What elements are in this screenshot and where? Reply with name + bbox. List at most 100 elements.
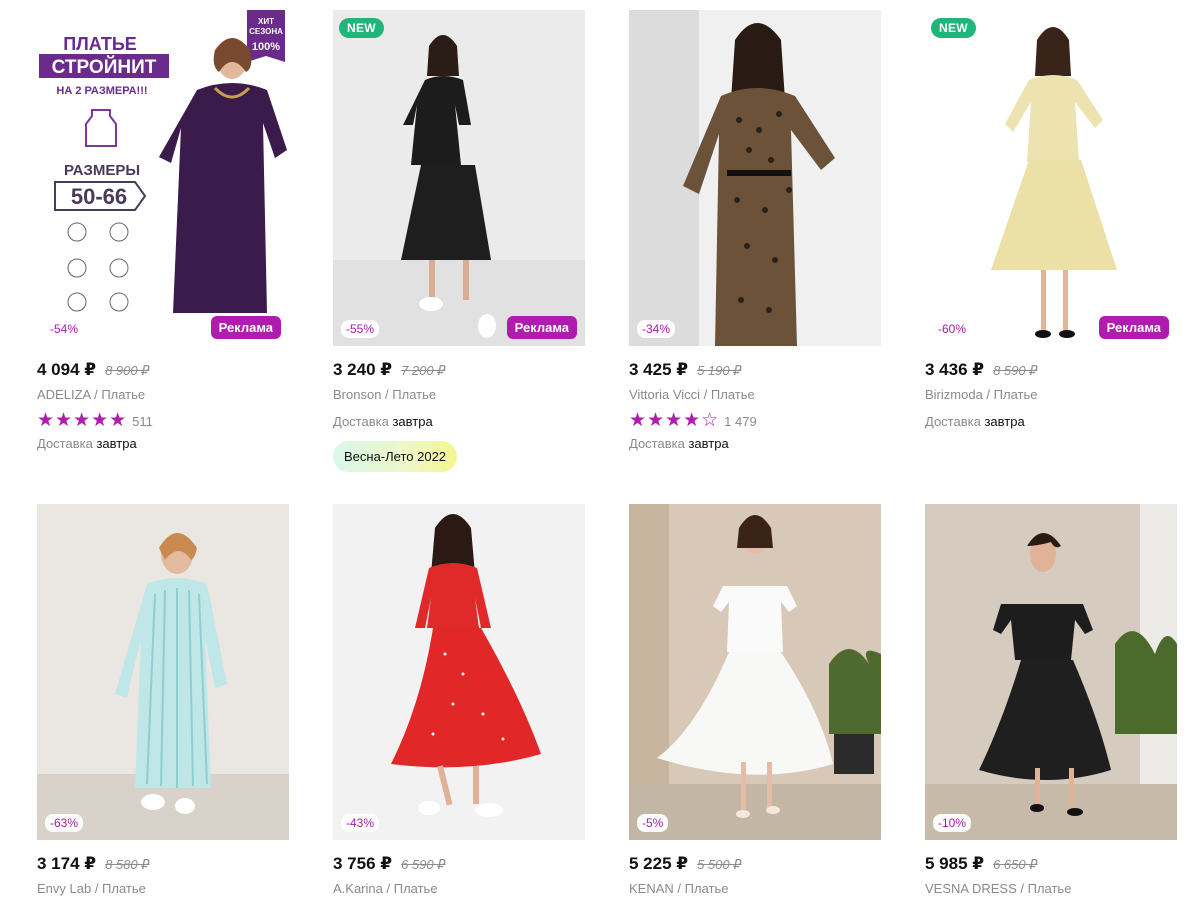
product-card[interactable]: -5% 5 225 ₽ 5 500 ₽ KENAN / Платье [629, 504, 881, 898]
price: 3 436 ₽ [925, 360, 985, 379]
product-category: Платье [101, 387, 146, 402]
promo-line3: НА 2 РАЗМЕРА!!! [56, 85, 147, 97]
delivery-label: Доставка [333, 414, 389, 429]
promo-line2: СТРОЙНИТ [52, 56, 157, 78]
delivery-when: завтра [688, 436, 729, 451]
product-photo-vesna-dress [925, 504, 1177, 840]
stars-icon: ★★★★★ [37, 410, 128, 431]
ad-badge[interactable]: Реклама [506, 316, 577, 339]
delivery-label: Доставка [37, 436, 93, 451]
product-category: Платье [393, 881, 438, 896]
promo-line1: ПЛАТЬЕ [63, 34, 137, 54]
hit-line1: ХИТ [258, 17, 274, 26]
product-image[interactable]: -10% [925, 504, 1177, 840]
new-badge: NEW [339, 18, 384, 38]
discount-badge: -54% [45, 320, 84, 338]
price: 3 174 ₽ [37, 854, 97, 873]
delivery-label: Доставка [629, 436, 685, 451]
product-card[interactable]: -10% 5 985 ₽ 6 650 ₽ VESNA DRESS / Плать… [925, 504, 1177, 898]
product-card[interactable]: ПЛАТЬЕ СТРОЙНИТ НА 2 РАЗМЕРА!!! РАЗМЕРЫ … [37, 10, 289, 453]
price-row: 3 174 ₽ 8 580 ₽ [37, 854, 289, 876]
product-photo-adeliza: ПЛАТЬЕ СТРОЙНИТ НА 2 РАЗМЕРА!!! РАЗМЕРЫ … [37, 10, 289, 346]
product-card[interactable]: NEW -60% Реклама 3 436 ₽ 8 590 ₽ Birizmo… [925, 10, 1177, 431]
product-card[interactable]: NEW -55% Реклама 3 240 ₽ 7 200 ₽ Bronson… [333, 10, 585, 472]
rating: ★★★★★ 511 [37, 411, 289, 431]
delivery-info: Доставка завтра [925, 414, 1177, 431]
product-image[interactable]: -34% [629, 10, 881, 346]
product-category: Платье [993, 387, 1038, 402]
product-photo-envy-lab [37, 504, 289, 840]
discount-badge: -63% [45, 814, 84, 832]
product-photo-birizmoda [925, 10, 1177, 346]
delivery-info: Доставка завтра [37, 436, 289, 453]
promo-sizes-label: РАЗМЕРЫ [64, 162, 140, 179]
price: 5 985 ₽ [925, 854, 985, 873]
product-category: Платье [684, 881, 729, 896]
old-price: 5 190 ₽ [697, 363, 742, 378]
delivery-when: завтра [392, 414, 433, 429]
price-row: 3 756 ₽ 6 590 ₽ [333, 854, 585, 876]
brand-line[interactable]: VESNA DRESS / Платье [925, 881, 1177, 898]
product-category: Платье [1027, 881, 1072, 896]
discount-badge: -43% [341, 814, 380, 832]
brand-line[interactable]: Vittoria Vicci / Платье [629, 387, 881, 404]
product-photo-bronson [333, 10, 585, 346]
product-card[interactable]: -63% 3 174 ₽ 8 580 ₽ Envy Lab / Платье [37, 504, 289, 898]
product-photo-vittoria-vicci [629, 10, 881, 346]
brand-name: VESNA DRESS [925, 881, 1017, 896]
brand-line[interactable]: ADELIZA / Платье [37, 387, 289, 404]
brand-name: A.Karina [333, 881, 383, 896]
price: 3 240 ₽ [333, 360, 393, 379]
old-price: 8 900 ₽ [105, 363, 150, 378]
new-badge: NEW [931, 18, 976, 38]
discount-badge: -5% [637, 814, 669, 832]
ad-badge[interactable]: Реклама [210, 316, 281, 339]
season-tag[interactable]: Весна-Лето 2022 [333, 441, 458, 472]
price-row: 3 240 ₽ 7 200 ₽ [333, 360, 585, 382]
rating: ★★★★☆ 1 479 [629, 411, 881, 431]
ad-badge[interactable]: Реклама [1098, 316, 1169, 339]
price-row: 5 225 ₽ 5 500 ₽ [629, 854, 881, 876]
price-row: 3 436 ₽ 8 590 ₽ [925, 360, 1177, 382]
old-price: 8 580 ₽ [105, 857, 150, 872]
delivery-info: Доставка завтра [333, 414, 585, 431]
brand-line[interactable]: Birizmoda / Платье [925, 387, 1177, 404]
brand-line[interactable]: Bronson / Платье [333, 387, 585, 404]
discount-badge: -60% [933, 320, 972, 338]
product-category: Платье [392, 387, 437, 402]
brand-name: Envy Lab [37, 881, 92, 896]
old-price: 7 200 ₽ [401, 363, 446, 378]
brand-name: KENAN [629, 881, 674, 896]
price-row: 3 425 ₽ 5 190 ₽ [629, 360, 881, 382]
brand-name: Bronson [333, 387, 382, 402]
product-card[interactable]: -43% 3 756 ₽ 6 590 ₽ A.Karina / Платье [333, 504, 585, 898]
brand-line[interactable]: A.Karina / Платье [333, 881, 585, 898]
discount-badge: -34% [637, 320, 676, 338]
brand-line[interactable]: Envy Lab / Платье [37, 881, 289, 898]
price-row: 5 985 ₽ 6 650 ₽ [925, 854, 1177, 876]
old-price: 5 500 ₽ [697, 857, 742, 872]
hit-line2: СЕЗОНА [249, 27, 283, 36]
product-image[interactable]: NEW -55% Реклама [333, 10, 585, 346]
brand-line[interactable]: KENAN / Платье [629, 881, 881, 898]
rating-count: 511 [132, 413, 153, 429]
price: 3 425 ₽ [629, 360, 689, 379]
product-photo-kenan [629, 504, 881, 840]
brand-name: ADELIZA [37, 387, 91, 402]
brand-name: Vittoria Vicci [629, 387, 701, 402]
product-category: Платье [710, 387, 755, 402]
product-card[interactable]: -34% 3 425 ₽ 5 190 ₽ Vittoria Vicci / Пл… [629, 10, 881, 453]
product-image[interactable]: NEW -60% Реклама [925, 10, 1177, 346]
product-category: Платье [102, 881, 146, 896]
delivery-when: завтра [96, 436, 137, 451]
product-image[interactable]: ПЛАТЬЕ СТРОЙНИТ НА 2 РАЗМЕРА!!! РАЗМЕРЫ … [37, 10, 289, 346]
price-row: 4 094 ₽ 8 900 ₽ [37, 360, 289, 382]
old-price: 6 650 ₽ [993, 857, 1038, 872]
promo-sizes: 50-66 [71, 184, 127, 209]
product-image[interactable]: -63% [37, 504, 289, 840]
delivery-when: завтра [984, 414, 1025, 429]
product-image[interactable]: -43% [333, 504, 585, 840]
product-image[interactable]: -5% [629, 504, 881, 840]
hit-pct: 100% [252, 41, 280, 53]
delivery-info: Доставка завтра [629, 436, 881, 453]
